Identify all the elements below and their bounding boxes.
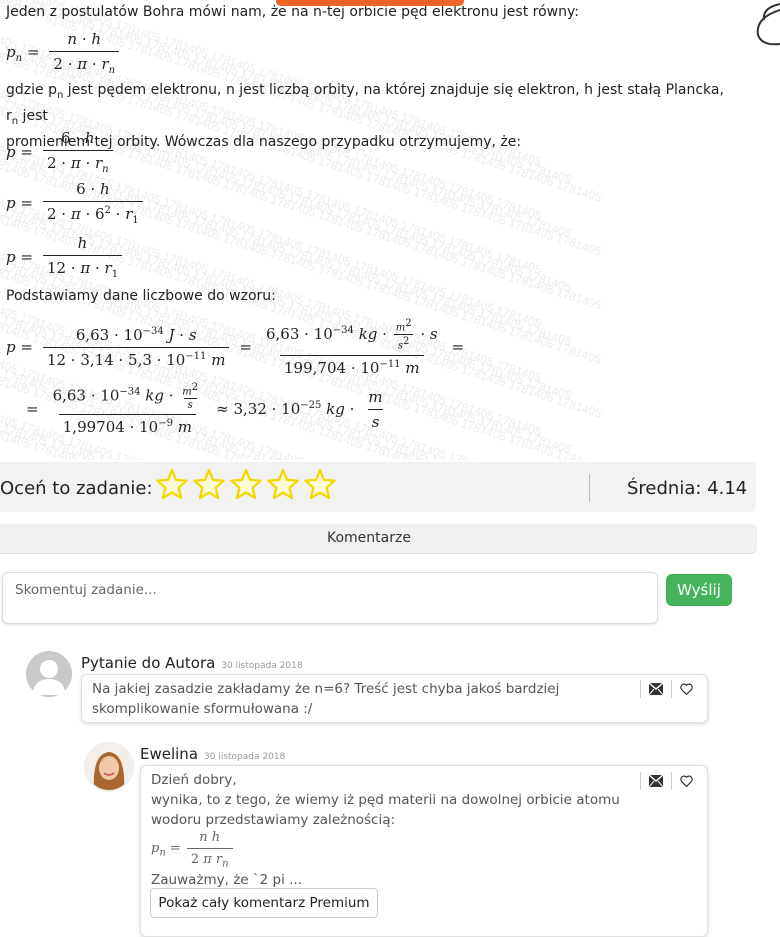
comment-tail: Zauważmy, że `2 pi ... <box>151 872 302 888</box>
formula-p2: p = 6 · h2 · π · 62 · r1 <box>6 180 143 226</box>
comment-date: 30 listopada 2018 <box>204 752 286 762</box>
separator <box>671 680 672 698</box>
comment-author[interactable]: Ewelina <box>140 745 198 763</box>
star-icon[interactable] <box>155 467 189 503</box>
heart-icon[interactable] <box>680 775 693 787</box>
comment-actions <box>640 772 693 790</box>
comment-header: Pytanie do Autora 30 listopada 2018 <box>81 654 303 672</box>
star-icon[interactable] <box>303 467 337 503</box>
avatar[interactable] <box>26 651 72 697</box>
comment-placeholder: Skomentuj zadanie... <box>15 582 157 598</box>
avatar[interactable] <box>84 742 134 792</box>
comment-header: Ewelina 30 listopada 2018 <box>140 745 285 763</box>
rating-average: Średnia: 4.14 <box>627 478 748 499</box>
formula-result: = 6,63 · 10−34 kg · m2 s 1,99704 · 10−9 m … <box>26 382 384 437</box>
rating-divider <box>589 474 590 502</box>
formula-pn: pn = n · h2 · π · rn <box>6 30 120 76</box>
corner-curl-icon <box>756 3 780 46</box>
star-icon[interactable] <box>192 467 226 503</box>
comment-actions <box>640 680 693 698</box>
envelope-icon[interactable] <box>649 683 663 695</box>
star-icon[interactable] <box>266 467 300 503</box>
comment-bubble: Na jakiej zasadzie zakładamy że n=6? Tre… <box>81 674 708 723</box>
rating-label: Oceń to zadanie: <box>0 478 153 499</box>
formula-p1: p = 6 · h2 · π · rn <box>6 129 113 175</box>
top-orange-tab[interactable] <box>276 0 464 6</box>
rating-stars <box>155 467 337 503</box>
substitute-text: Podstawiamy dane liczbowe do wzoru: <box>6 288 276 304</box>
comment-input[interactable]: Skomentuj zadanie... <box>2 572 658 624</box>
send-button[interactable]: Wyślij <box>666 574 732 606</box>
separator <box>640 680 641 698</box>
formula-p3: p = h 12 · π · r1 <box>6 234 123 280</box>
separator <box>671 772 672 790</box>
formula-numeric: p = 6,63 · 10−34 J · s 12 · 3,14 · 5,3 · … <box>6 318 465 377</box>
envelope-icon[interactable] <box>649 775 663 787</box>
comment-formula: pn = n h2 π rn <box>151 830 233 870</box>
heart-icon[interactable] <box>680 683 693 695</box>
star-icon[interactable] <box>229 467 263 503</box>
gdzie-text: gdzie pn jest pędem elektronu, n jest li… <box>6 82 724 150</box>
comment-date: 30 listopada 2018 <box>221 661 303 671</box>
user-placeholder-icon <box>32 660 66 695</box>
separator <box>640 772 641 790</box>
show-premium-comment-button[interactable]: Pokaż cały komentarz Premium <box>150 888 378 918</box>
comment-text: Dzień dobry, wynika, to z tego, że wiemy… <box>151 772 620 828</box>
comments-title: Komentarze <box>327 530 411 546</box>
comment-text: Na jakiej zasadzie zakładamy że n=6? Tre… <box>92 681 560 717</box>
user-photo-icon <box>86 744 132 790</box>
comment-author[interactable]: Pytanie do Autora <box>81 654 215 672</box>
